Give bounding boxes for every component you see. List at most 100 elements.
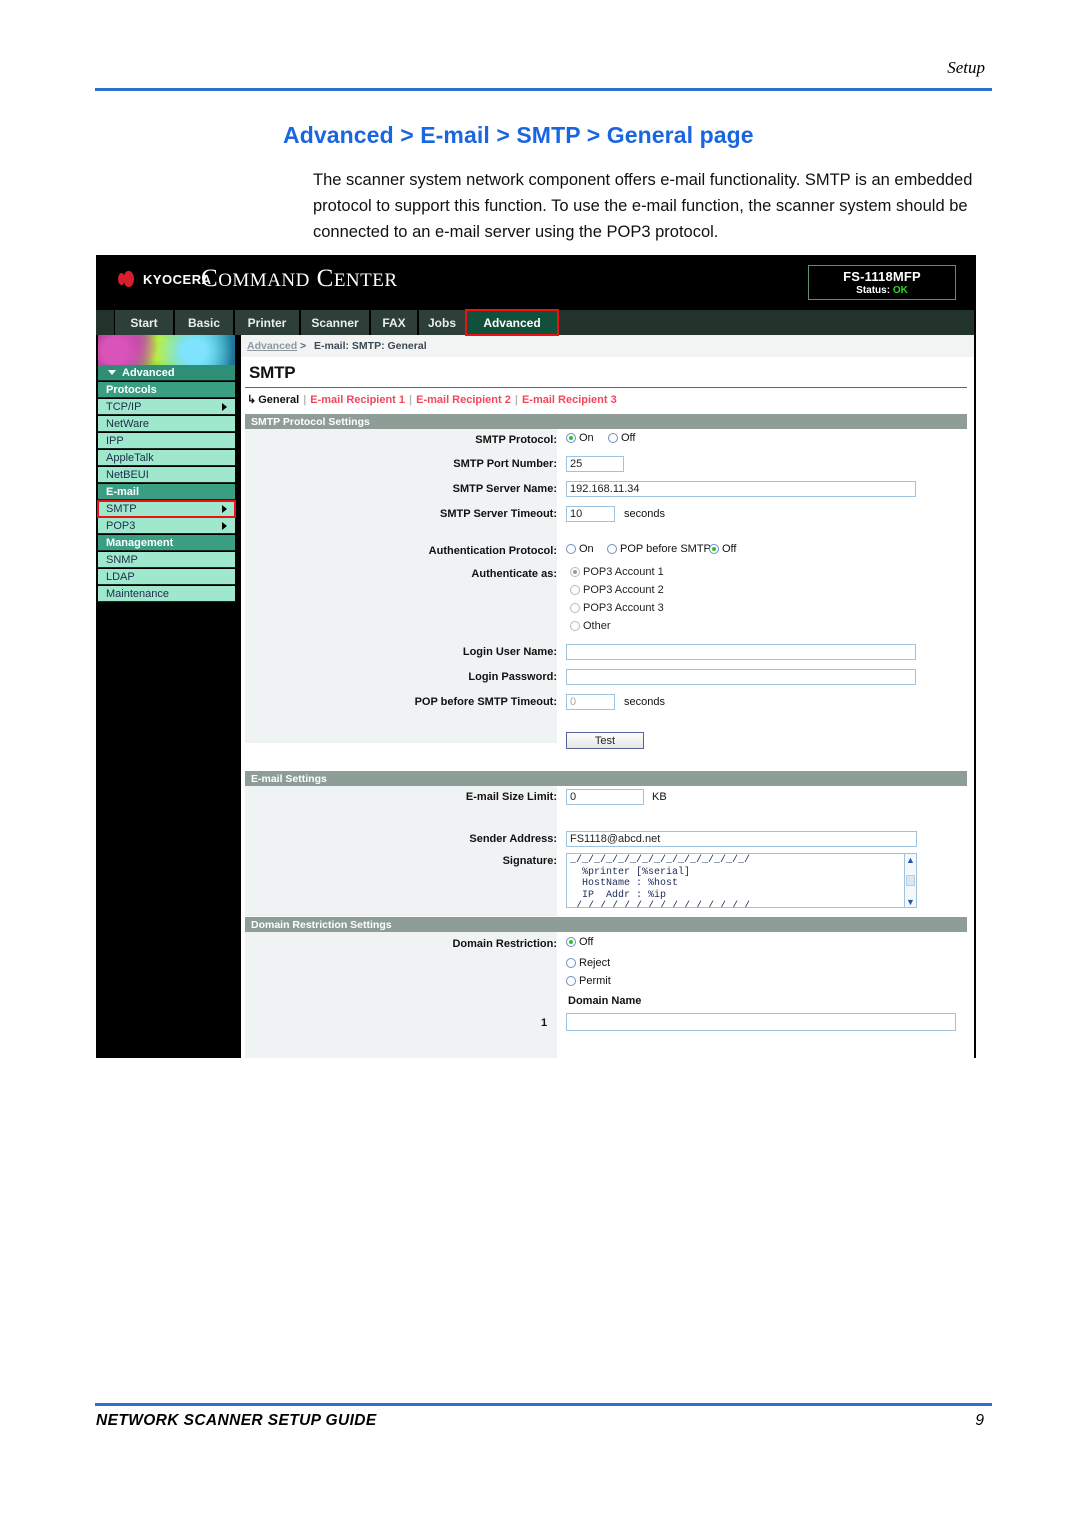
sidebar-item-pop3[interactable]: POP3 [98,518,235,534]
subnav-link-recipient-2[interactable]: E-mail Recipient 2 [416,394,511,406]
subnav-sep-3: | [514,394,518,406]
sidebar: Advanced Protocols TCP/IP NetWare IPP AppleTa… [96,335,241,1058]
subnav-current: General [258,394,300,406]
tab-fax[interactable]: FAX [370,310,418,335]
device-model: FS-1118MFP [843,269,921,284]
sidebar-item-label: Maintenance [106,587,169,600]
sidebar-item-label: NetWare [106,417,149,430]
tab-start[interactable]: Start [114,310,174,335]
smtp-port-input[interactable] [566,456,624,472]
breadcrumb-root[interactable]: Advanced [247,340,297,352]
auth-protocol-label: Authentication Protocol: [428,545,557,557]
domain-restriction-reject-label: Reject [579,957,611,969]
authenticate-as-other-label: Other [583,620,611,632]
email-size-limit-unit: KB [652,791,667,803]
sidebar-item-label: SNMP [106,553,138,566]
sidebar-item-tcp-ip[interactable]: TCP/IP [98,399,235,415]
sidebar-banner-image [98,335,235,365]
domain-restriction-radio-reject[interactable]: Reject [566,957,610,969]
subnav-link-recipient-1[interactable]: E-mail Recipient 1 [310,394,405,406]
login-password-label: Login Password: [468,671,557,683]
smtp-server-input[interactable] [566,481,916,497]
test-button[interactable]: Test [566,732,644,749]
footer-rule [95,1403,992,1406]
tab-scanner[interactable]: Scanner [300,310,370,335]
sidebar-item-netbeui[interactable]: NetBEUI [98,467,235,483]
pop-before-smtp-timeout-input[interactable] [566,694,615,710]
sender-address-label: Sender Address: [469,833,557,845]
subnav-sep-2: | [409,394,413,406]
section-header-domain: Domain Restriction Settings [245,917,967,932]
radio-dot-icon [570,621,580,631]
radio-dot-icon [608,433,618,443]
domain-panel-gutter [245,932,557,1058]
sidebar-item-snmp[interactable]: SNMP [98,552,235,568]
domain-restriction-permit-label: Permit [579,975,611,987]
authenticate-as-account3-label: POP3 Account 3 [583,602,664,614]
footer-guide-name: NETWORK SCANNER SETUP GUIDE [96,1412,377,1429]
tab-basic[interactable]: Basic [174,310,234,335]
sender-address-input[interactable] [566,831,917,847]
product-name: COMMAND CENTER [201,265,398,293]
sidebar-item-appletalk[interactable]: AppleTalk [98,450,235,466]
authenticate-as-radio-account-3[interactable]: POP3 Account 3 [570,602,664,614]
page-header-label: Setup [947,58,985,77]
tab-advanced[interactable]: Advanced [465,309,559,336]
sidebar-item-maintenance[interactable]: Maintenance [98,586,235,602]
smtp-timeout-label: SMTP Server Timeout: [440,508,557,520]
subnav-arrow-icon: ↳ [247,394,257,406]
breadcrumb-current: E-mail: SMTP: General [314,340,427,352]
chevron-right-icon [222,403,227,411]
domain-name-header: Domain Name [568,995,642,1007]
authenticate-as-radio-account-1[interactable]: POP3 Account 1 [570,566,664,578]
tab-printer[interactable]: Printer [234,310,300,335]
domain-restriction-radio-permit[interactable]: Permit [566,975,611,987]
smtp-timeout-input[interactable] [566,506,615,522]
scrollbar-thumb[interactable] [906,875,915,886]
chevron-right-icon [222,522,227,530]
device-status-label: Status: [856,285,891,296]
device-status-value: OK [892,285,908,296]
chevron-right-icon [222,505,227,513]
signature-scrollbar[interactable]: ▲ ▼ [904,853,917,908]
domain-name-input-1[interactable] [566,1013,956,1031]
authenticate-as-radio-other[interactable]: Other [570,620,611,632]
sidebar-item-smtp[interactable]: SMTP [97,500,236,518]
smtp-protocol-radio-off[interactable]: Off [608,432,635,444]
auth-protocol-radio-on[interactable]: On [566,543,594,555]
auth-protocol-radio-pop-before-smtp[interactable]: POP before SMTP [607,543,711,555]
page-title: Advanced > E-mail > SMTP > General page [283,122,754,148]
radio-dot-icon [570,585,580,595]
app-masthead: KYOCERA COMMAND CENTER FS-1118MFP Status… [96,255,974,310]
auth-protocol-radio-off[interactable]: Off [709,543,736,555]
email-size-limit-input[interactable] [566,789,644,805]
radio-dot-icon [566,544,576,554]
authenticate-as-radio-account-2[interactable]: POP3 Account 2 [570,584,664,596]
tab-jobs[interactable]: Jobs [418,310,466,335]
scroll-up-icon[interactable]: ▲ [905,854,916,865]
sidebar-top-advanced[interactable]: Advanced [98,365,235,381]
smtp-protocol-radio-on[interactable]: On [566,432,594,444]
pane-subnav: ↳ General | E-mail Recipient 1 | E-mail Recip… [247,393,617,406]
scroll-down-icon[interactable]: ▼ [905,896,916,907]
domain-row-number: 1 [541,1017,548,1029]
sidebar-item-netware[interactable]: NetWare [98,416,235,432]
login-user-label: Login User Name: [462,646,557,658]
product-c2b: ENTER [333,270,398,291]
kyocera-logo-icon [118,271,134,287]
product-c1: C [201,265,219,292]
subnav-link-recipient-3[interactable]: E-mail Recipient 3 [522,394,617,406]
sidebar-item-label: SMTP [106,502,137,515]
sidebar-item-ldap[interactable]: LDAP [98,569,235,585]
command-center-screenshot: KYOCERA COMMAND CENTER FS-1118MFP Status… [96,255,976,1058]
smtp-protocol-off-label: Off [621,432,636,444]
sidebar-item-ipp[interactable]: IPP [98,433,235,449]
smtp-server-label: SMTP Server Name: [452,483,557,495]
footer-page-number: 9 [975,1412,984,1429]
login-user-input[interactable] [566,644,916,660]
radio-dot-icon [709,544,719,554]
domain-restriction-radio-off[interactable]: Off [566,936,593,948]
signature-textarea[interactable]: _/_/_/_/_/_/_/_/_/_/_/_/_/_/_/ %printer … [566,853,917,908]
login-password-input[interactable] [566,669,916,685]
sidebar-item-label: NetBEUI [106,468,149,481]
